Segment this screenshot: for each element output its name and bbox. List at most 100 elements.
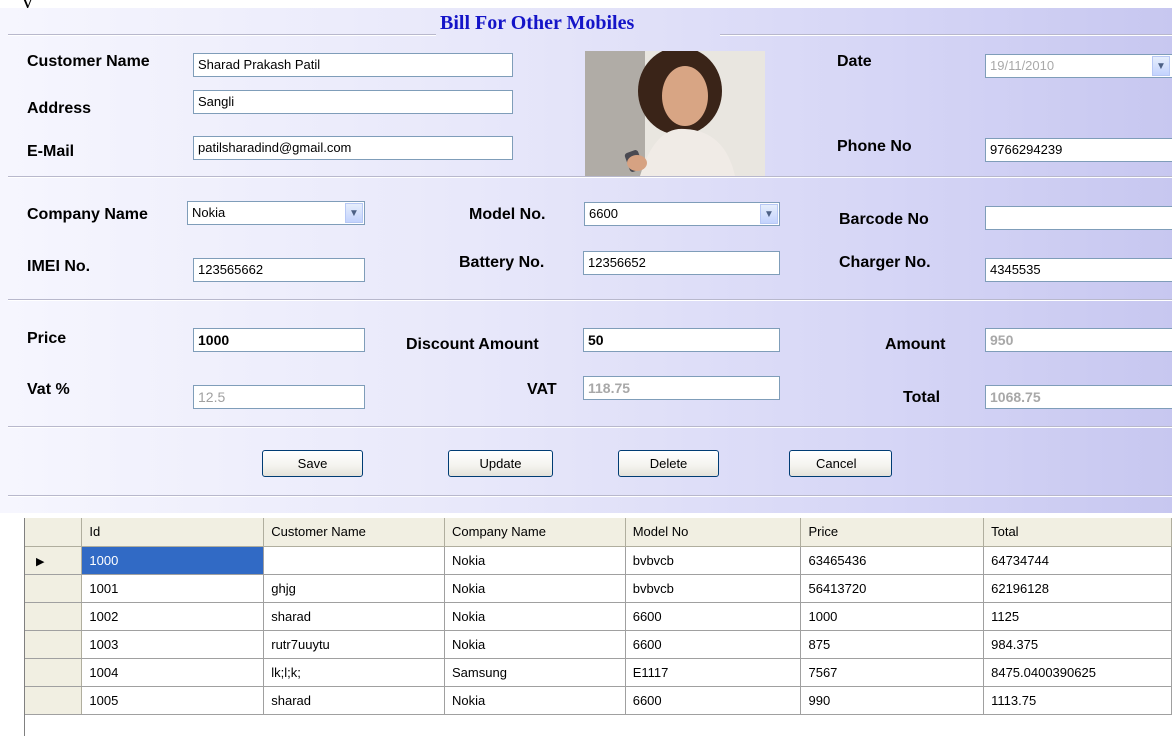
amount-field[interactable]: 950 bbox=[985, 328, 1172, 352]
cell-model-no[interactable]: bvbvcb bbox=[625, 574, 802, 603]
chevron-down-icon[interactable]: ▼ bbox=[760, 204, 778, 224]
cell-id[interactable]: 1000 bbox=[81, 546, 265, 575]
cell-price[interactable]: 63465436 bbox=[800, 546, 985, 575]
column-header-id[interactable]: Id bbox=[81, 518, 265, 547]
company-name-label: Company Name bbox=[27, 206, 148, 223]
price-field[interactable]: 1000 bbox=[193, 328, 365, 352]
table-row[interactable]: ▶ 1000 Nokia bvbvcb 63465436 64734744 bbox=[24, 546, 1172, 575]
vat-percent-label: Vat % bbox=[27, 381, 70, 398]
separator-3 bbox=[8, 426, 1172, 428]
cell-company-name[interactable]: Nokia bbox=[444, 602, 626, 631]
customer-name-field[interactable]: Sharad Prakash Patil bbox=[193, 53, 513, 77]
battery-field[interactable]: 12356652 bbox=[583, 251, 780, 275]
barcode-label: Barcode No bbox=[839, 211, 929, 228]
row-header[interactable] bbox=[24, 630, 83, 659]
row-header[interactable] bbox=[24, 574, 83, 603]
cell-company-name[interactable]: Nokia bbox=[444, 630, 626, 659]
phone-label: Phone No bbox=[837, 138, 912, 155]
total-label: Total bbox=[903, 389, 941, 406]
update-button[interactable]: Update bbox=[448, 450, 553, 477]
discount-label: Discount Amount bbox=[406, 336, 539, 353]
cell-id[interactable]: 1004 bbox=[81, 658, 265, 687]
date-label: Date bbox=[837, 53, 872, 70]
row-header[interactable] bbox=[24, 686, 83, 715]
table-row[interactable]: 1004 lk;l;k; Samsung E1117 7567 8475.04003906… bbox=[24, 658, 1172, 687]
cell-total[interactable]: 8475.0400390625 bbox=[983, 658, 1172, 687]
cell-model-no[interactable]: 6600 bbox=[625, 686, 802, 715]
address-field[interactable]: Sangli bbox=[193, 90, 513, 114]
cell-total[interactable]: 984.375 bbox=[983, 630, 1172, 659]
row-header[interactable] bbox=[24, 658, 83, 687]
table-row[interactable]: 1003 rutr7uuytu Nokia 6600 875 984.375 bbox=[24, 630, 1172, 659]
delete-button[interactable]: Delete bbox=[618, 450, 719, 477]
amount-label: Amount bbox=[885, 336, 946, 353]
model-label: Model No. bbox=[469, 206, 546, 223]
model-combo[interactable]: 6600 ▼ bbox=[584, 202, 780, 226]
bill-form: Bill For Other Mobiles Customer Name Sha… bbox=[0, 8, 1172, 513]
chevron-down-icon[interactable]: ▼ bbox=[345, 203, 363, 223]
vat-field[interactable]: 118.75 bbox=[583, 376, 780, 400]
vat-label: VAT bbox=[527, 381, 557, 398]
charger-field[interactable]: 4345535 bbox=[985, 258, 1172, 282]
cell-total[interactable]: 62196128 bbox=[983, 574, 1172, 603]
cell-price[interactable]: 7567 bbox=[800, 658, 985, 687]
cell-company-name[interactable]: Samsung bbox=[444, 658, 626, 687]
row-header[interactable] bbox=[24, 602, 83, 631]
cell-customer-name[interactable]: rutr7uuytu bbox=[263, 630, 445, 659]
cell-model-no[interactable]: 6600 bbox=[625, 630, 802, 659]
imei-label: IMEI No. bbox=[27, 258, 91, 275]
cell-customer-name[interactable]: ghjg bbox=[263, 574, 445, 603]
email-field[interactable]: patilsharadind@gmail.com bbox=[193, 136, 513, 160]
total-field[interactable]: 1068.75 bbox=[985, 385, 1172, 409]
cell-company-name[interactable]: Nokia bbox=[444, 546, 626, 575]
cell-price[interactable]: 56413720 bbox=[800, 574, 985, 603]
cell-customer-name[interactable]: lk;l;k; bbox=[263, 658, 445, 687]
cell-model-no[interactable]: E1117 bbox=[625, 658, 802, 687]
cell-model-no[interactable]: bvbvcb bbox=[625, 546, 802, 575]
table-row[interactable]: 1005 sharad Nokia 6600 990 1113.75 bbox=[24, 686, 1172, 715]
cell-company-name[interactable]: Nokia bbox=[444, 686, 626, 715]
column-header-total[interactable]: Total bbox=[983, 518, 1172, 547]
cell-price[interactable]: 875 bbox=[800, 630, 985, 659]
battery-label: Battery No. bbox=[459, 254, 545, 271]
cell-customer-name[interactable]: sharad bbox=[263, 602, 445, 631]
company-value: Nokia bbox=[192, 205, 226, 220]
cell-total[interactable]: 64734744 bbox=[983, 546, 1172, 575]
bills-grid[interactable]: Id Customer Name Company Name Model No P… bbox=[24, 518, 1172, 715]
cell-id[interactable]: 1005 bbox=[81, 686, 265, 715]
company-combo[interactable]: Nokia ▼ bbox=[187, 201, 365, 225]
window-top-strip: y bbox=[0, 0, 1172, 13]
cell-total[interactable]: 1125 bbox=[983, 602, 1172, 631]
column-header-price[interactable]: Price bbox=[800, 518, 985, 547]
save-button[interactable]: Save bbox=[262, 450, 363, 477]
date-picker[interactable]: 19/11/2010 ▼ bbox=[985, 54, 1172, 78]
grid-left-border bbox=[24, 518, 25, 736]
row-header[interactable]: ▶ bbox=[24, 546, 83, 575]
cell-total[interactable]: 1113.75 bbox=[983, 686, 1172, 715]
date-value: 19/11/2010 bbox=[990, 58, 1055, 73]
cell-model-no[interactable]: 6600 bbox=[625, 602, 802, 631]
address-label: Address bbox=[27, 100, 92, 117]
phone-field[interactable]: 9766294239 bbox=[985, 138, 1172, 162]
imei-field[interactable]: 123565662 bbox=[193, 258, 365, 282]
column-header-customer-name[interactable]: Customer Name bbox=[263, 518, 445, 547]
cancel-button[interactable]: Cancel bbox=[789, 450, 892, 477]
chevron-down-icon[interactable]: ▼ bbox=[1152, 56, 1170, 76]
row-header-corner bbox=[24, 518, 83, 547]
column-header-model-no[interactable]: Model No bbox=[625, 518, 802, 547]
cell-id[interactable]: 1003 bbox=[81, 630, 265, 659]
barcode-field[interactable] bbox=[985, 206, 1172, 230]
cell-id[interactable]: 1001 bbox=[81, 574, 265, 603]
cell-price[interactable]: 1000 bbox=[800, 602, 985, 631]
cell-price[interactable]: 990 bbox=[800, 686, 985, 715]
cell-id[interactable]: 1002 bbox=[81, 602, 265, 631]
cell-customer-name[interactable] bbox=[263, 546, 445, 575]
separator-4 bbox=[8, 495, 1172, 497]
cell-company-name[interactable]: Nokia bbox=[444, 574, 626, 603]
table-row[interactable]: 1002 sharad Nokia 6600 1000 1125 bbox=[24, 602, 1172, 631]
cell-customer-name[interactable]: sharad bbox=[263, 686, 445, 715]
table-row[interactable]: 1001 ghjg Nokia bvbvcb 56413720 62196128 bbox=[24, 574, 1172, 603]
vat-percent-field[interactable]: 12.5 bbox=[193, 385, 365, 409]
column-header-company-name[interactable]: Company Name bbox=[444, 518, 626, 547]
discount-field[interactable]: 50 bbox=[583, 328, 780, 352]
